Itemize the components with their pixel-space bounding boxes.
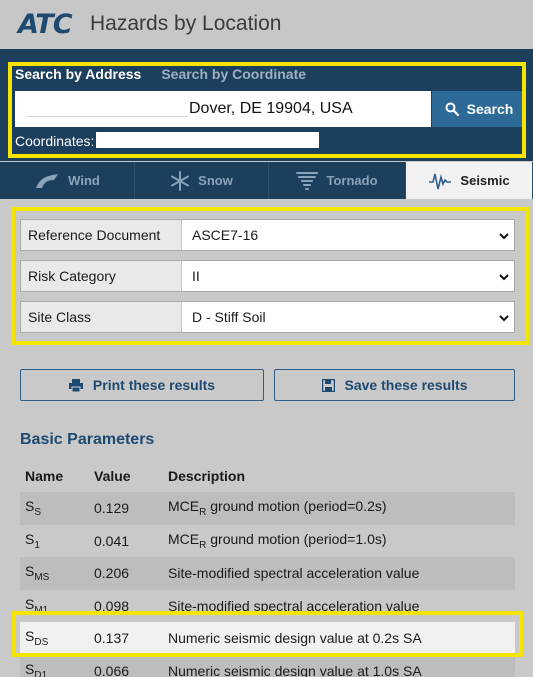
basic-parameters-title: Basic Parameters [20,431,155,448]
tab-snow[interactable]: Snow [135,162,269,199]
table-row: SD1 0.066 Numeric seismic design value a… [20,654,515,677]
highlight-search-box [8,62,526,158]
param-value: 0.206 [94,565,130,582]
app-header: ATC Hazards by Location [0,0,533,48]
floppy-disk-icon [321,378,335,392]
column-header-name: Name [25,467,64,484]
printer-icon [68,378,83,392]
tab-tornado-label: Tornado [326,173,378,188]
atc-logo[interactable]: ATC [18,9,78,40]
param-description: MCER ground motion (period=0.2s) [168,498,387,519]
param-description: Site-modified spectral acceleration valu… [168,565,420,582]
save-results-button[interactable]: Save these results [274,369,515,401]
tab-wind[interactable]: Wind [0,162,135,199]
param-description: MCER ground motion (period=1.0s) [168,530,387,551]
app-title: Hazards by Location [90,12,282,35]
tab-seismic-label: Seismic [460,173,510,188]
param-description: Numeric seismic design value at 1.0s SA [168,662,422,677]
print-results-label: Print these results [92,377,216,393]
tab-seismic[interactable]: Seismic [406,162,533,199]
param-value: 0.129 [94,500,130,517]
param-name: S1 [25,530,40,551]
print-results-button[interactable]: Print these results [20,369,264,401]
hazard-tabs: Wind Snow Tornado Seismic [0,162,533,199]
param-value: 0.041 [94,532,130,549]
tornado-icon [296,171,319,190]
tab-wind-label: Wind [68,173,100,188]
table-row: SS 0.129 MCER ground motion (period=0.2s… [20,492,515,525]
highlight-form-box [11,207,529,345]
tab-snow-label: Snow [198,173,233,188]
table-header-row: Name Value Description [20,459,515,492]
wind-icon [36,173,59,188]
column-header-description: Description [168,467,246,484]
param-name: SS [25,498,42,519]
table-row: S1 0.041 MCER ground motion (period=1.0s… [20,525,515,558]
param-value: 0.066 [94,662,130,677]
save-results-label: Save these results [344,377,468,393]
column-header-value: Value [94,467,131,484]
highlight-sds-row [12,611,523,657]
seismic-wave-icon [429,173,452,189]
tab-tornado[interactable]: Tornado [269,162,406,199]
param-name: SD1 [25,660,48,677]
snowflake-icon [171,170,190,191]
param-name: SMS [25,563,50,584]
table-row: SMS 0.206 Site-modified spectral acceler… [20,557,515,590]
